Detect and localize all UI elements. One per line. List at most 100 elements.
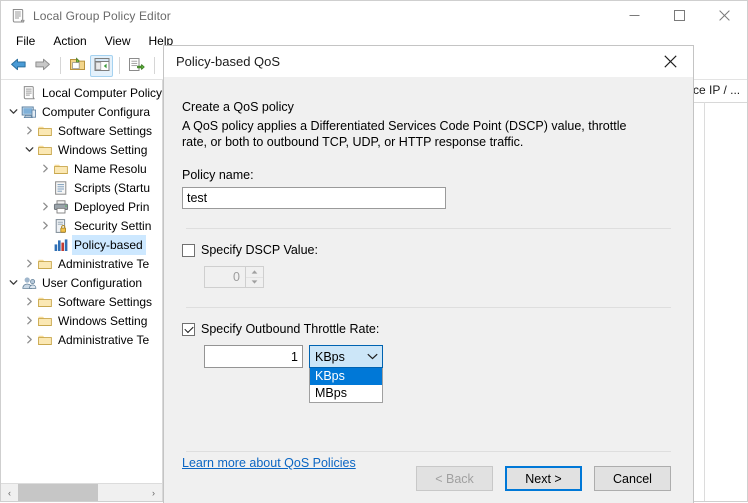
- export-list-icon: [128, 57, 145, 75]
- cancel-button[interactable]: Cancel: [594, 466, 671, 491]
- dialog-title-bar: Policy-based QoS: [164, 46, 693, 77]
- chevron-down-icon[interactable]: [362, 353, 382, 360]
- policy-scroll-icon: [21, 85, 37, 101]
- tree-item[interactable]: Computer Configura: [1, 102, 162, 121]
- tree-item-label: Scripts (Startu: [74, 180, 151, 195]
- menu-item-view[interactable]: View: [96, 31, 140, 51]
- tree-item[interactable]: Name Resolu: [1, 159, 162, 178]
- menu-item-file[interactable]: File: [7, 31, 44, 51]
- chevron-down-icon[interactable]: [21, 145, 37, 154]
- tree-item[interactable]: User Configuration: [1, 273, 162, 292]
- dialog-heading: Create a QoS policy: [182, 100, 294, 114]
- window-controls: [612, 1, 747, 30]
- dialog-footer: < Back Next > Cancel: [164, 441, 693, 503]
- specify-throttle-checkbox-row[interactable]: Specify Outbound Throttle Rate:: [182, 322, 675, 336]
- dscp-spinner-row: 0: [182, 266, 675, 288]
- tree-item-label: Name Resolu: [74, 161, 147, 176]
- computer-icon: [21, 104, 37, 120]
- folder-icon: [37, 123, 53, 139]
- tree-item[interactable]: Deployed Prin: [1, 197, 162, 216]
- back-button[interactable]: [7, 55, 30, 77]
- chevron-right-icon[interactable]: [21, 259, 37, 268]
- dscp-value-stepper[interactable]: 0: [204, 266, 264, 288]
- specify-dscp-checkbox[interactable]: [182, 243, 195, 257]
- maximize-button[interactable]: [657, 1, 702, 30]
- scroll-right-arrow-icon[interactable]: ›: [145, 484, 162, 501]
- console-tree[interactable]: Local Computer Policy Computer Configura S…: [1, 80, 162, 483]
- export-list-button[interactable]: [125, 55, 148, 77]
- next-button[interactable]: Next >: [505, 466, 582, 491]
- tree-item-label: Administrative Te: [58, 332, 150, 347]
- tree-item-label: Windows Setting: [58, 313, 148, 328]
- throttle-rate-row: KBps KBps MBps: [182, 345, 675, 403]
- tree-item[interactable]: Administrative Te: [1, 254, 162, 273]
- tree-item[interactable]: Windows Setting: [1, 140, 162, 159]
- tree-item[interactable]: Software Settings: [1, 121, 162, 140]
- main-window: Local Group Policy Editor File Action Vi…: [0, 0, 748, 503]
- tree-item[interactable]: Local Computer Policy: [1, 83, 162, 102]
- chevron-right-icon[interactable]: [21, 316, 37, 325]
- folder-icon: [37, 332, 53, 348]
- tree-horizontal-scrollbar[interactable]: ‹ ›: [1, 483, 162, 501]
- tree-item[interactable]: Policy-based: [1, 234, 162, 255]
- divider-1: [186, 228, 671, 229]
- up-folder-button[interactable]: [66, 55, 89, 77]
- bar-chart-icon: [53, 237, 69, 253]
- chevron-right-icon[interactable]: [21, 126, 37, 135]
- back-arrow-icon: [10, 57, 27, 75]
- close-button[interactable]: [702, 1, 747, 30]
- scroll-left-arrow-icon[interactable]: ‹: [1, 484, 18, 501]
- results-grid-divider: [704, 102, 705, 501]
- printer-icon: [53, 199, 69, 215]
- tree-item[interactable]: Security Settin: [1, 216, 162, 235]
- chevron-right-icon[interactable]: [37, 221, 53, 230]
- throttle-unit-option-mbps[interactable]: MBps: [310, 385, 382, 402]
- menu-item-action[interactable]: Action: [44, 31, 95, 51]
- show-hide-console-tree-button[interactable]: [90, 54, 113, 77]
- chevron-right-icon[interactable]: [37, 202, 53, 211]
- dialog-close-button[interactable]: [648, 46, 693, 77]
- tree-item-label: Local Computer Policy: [42, 85, 162, 100]
- chevron-right-icon[interactable]: [21, 335, 37, 344]
- scripts-icon: [53, 180, 69, 196]
- console-tree-pane: Local Computer Policy Computer Configura S…: [1, 80, 163, 501]
- tree-item[interactable]: Windows Setting: [1, 311, 162, 330]
- user-icon: [21, 275, 37, 291]
- policy-name-label: Policy name:: [182, 168, 254, 182]
- throttle-unit-combobox[interactable]: KBps: [309, 345, 383, 368]
- dialog-description: A QoS policy applies a Differentiated Se…: [182, 119, 627, 149]
- specify-dscp-checkbox-row[interactable]: Specify DSCP Value:: [182, 243, 675, 257]
- window-title: Local Group Policy Editor: [33, 8, 171, 23]
- forward-button[interactable]: [31, 55, 54, 77]
- folder-icon: [53, 161, 69, 177]
- tree-item[interactable]: Scripts (Startu: [1, 178, 162, 197]
- chevron-down-icon[interactable]: [5, 278, 21, 287]
- spinner-up-icon[interactable]: [246, 267, 263, 278]
- console-tree-icon: [94, 57, 110, 75]
- tree-item[interactable]: Administrative Te: [1, 330, 162, 349]
- security-lock-icon: [53, 218, 69, 234]
- specify-throttle-checkbox[interactable]: [182, 322, 195, 336]
- folder-icon: [37, 142, 53, 158]
- tree-item-label: Deployed Prin: [74, 199, 150, 214]
- throttle-unit-selected-value: KBps: [315, 349, 345, 364]
- dialog-title: Policy-based QoS: [176, 54, 281, 69]
- chevron-right-icon[interactable]: [21, 297, 37, 306]
- tree-item-label: Security Settin: [74, 218, 152, 233]
- spinner-down-icon[interactable]: [246, 277, 263, 287]
- back-button[interactable]: < Back: [416, 466, 493, 491]
- toolbar-separator-2: [119, 57, 120, 74]
- throttle-unit-option-kbps[interactable]: KBps: [310, 368, 382, 385]
- scrollbar-thumb[interactable]: [18, 484, 98, 501]
- tree-item[interactable]: Software Settings: [1, 292, 162, 311]
- throttle-rate-input[interactable]: [204, 345, 303, 368]
- minimize-button[interactable]: [612, 1, 657, 30]
- policy-name-input[interactable]: [182, 187, 446, 209]
- chevron-right-icon[interactable]: [37, 164, 53, 173]
- chevron-down-icon[interactable]: [5, 107, 21, 116]
- dscp-value[interactable]: 0: [205, 267, 245, 287]
- scrollbar-track[interactable]: [18, 484, 145, 501]
- tree-item-label: Administrative Te: [58, 256, 150, 271]
- folder-icon: [37, 313, 53, 329]
- throttle-unit-dropdown-list[interactable]: KBps MBps: [309, 368, 383, 403]
